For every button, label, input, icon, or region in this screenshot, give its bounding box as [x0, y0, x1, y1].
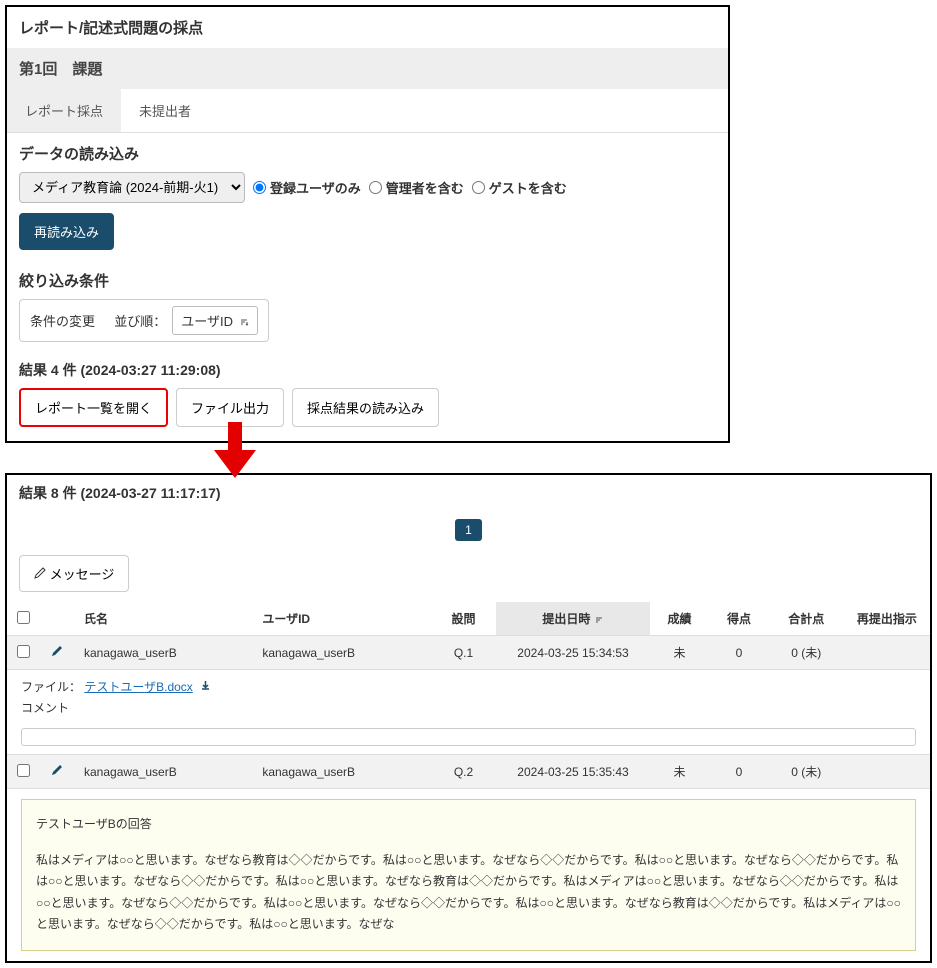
page-1-button[interactable]: 1 [455, 519, 482, 541]
download-icon[interactable] [200, 680, 211, 694]
filter-section: 絞り込み条件 条件の変更 並び順： ユーザID [7, 260, 728, 352]
row-checkbox[interactable] [17, 645, 30, 658]
data-load-heading: データの読み込み [19, 143, 716, 164]
sort-asc-icon [239, 313, 249, 328]
cell-score: 0 [709, 636, 769, 670]
filter-box: 条件の変更 並び順： ユーザID [19, 299, 269, 342]
table-row: kanagawa_userB kanagawa_userB Q.2 2024-0… [7, 755, 930, 789]
radio-include-admins-input[interactable] [369, 181, 382, 194]
cell-name: kanagawa_userB [74, 755, 252, 789]
edit-icon[interactable] [50, 766, 64, 780]
select-all-checkbox[interactable] [17, 611, 30, 624]
file-label: ファイル： [21, 680, 81, 694]
import-grades-button[interactable]: 採点結果の読み込み [292, 388, 439, 427]
answer-title: テストユーザBの回答 [36, 814, 901, 836]
cell-total: 0 (未) [769, 636, 844, 670]
answer-body: 私はメディアは○○と思います。なぜなら教育は◇◇だからです。私は○○と思います。… [36, 850, 901, 936]
cell-uid: kanagawa_userB [252, 755, 430, 789]
cell-name: kanagawa_userB [74, 636, 252, 670]
radio-registered-users-input[interactable] [253, 181, 266, 194]
answer-row: テストユーザBの回答 私はメディアは○○と思います。なぜなら教育は◇◇だからです… [7, 789, 930, 961]
radio-include-guests-input[interactable] [472, 181, 485, 194]
cell-q: Q.2 [431, 755, 497, 789]
col-grade[interactable]: 成績 [650, 602, 710, 636]
col-question[interactable]: 設問 [431, 602, 497, 636]
radio-registered-users[interactable]: 登録ユーザのみ [253, 178, 361, 197]
pencil-icon [34, 567, 50, 582]
col-score[interactable]: 得点 [709, 602, 769, 636]
filter-heading: 絞り込み条件 [19, 270, 716, 291]
col-total[interactable]: 合計点 [769, 602, 844, 636]
change-conditions-link[interactable]: 条件の変更 [30, 311, 95, 330]
table-row: kanagawa_userB kanagawa_userB Q.1 2024-0… [7, 636, 930, 670]
file-row: ファイル： テストユーザB.docx コメント [7, 670, 930, 755]
cell-score: 0 [709, 755, 769, 789]
results-buttons: レポート一覧を開く ファイル出力 採点結果の読み込み [7, 388, 728, 441]
cell-q: Q.1 [431, 636, 497, 670]
message-button[interactable]: メッセージ [19, 555, 129, 592]
comment-input[interactable] [21, 728, 916, 746]
course-select[interactable]: メディア教育論 (2024-前期-火1) [19, 172, 245, 203]
assignment-title: 第1回 課題 [7, 48, 728, 89]
col-resubmit[interactable]: 再提出指示 [844, 602, 930, 636]
sort-select[interactable]: ユーザID [172, 306, 258, 335]
col-submitted[interactable]: 提出日時 [496, 602, 649, 636]
cell-uid: kanagawa_userB [252, 636, 430, 670]
open-report-list-button[interactable]: レポート一覧を開く [19, 388, 168, 427]
flow-arrow-icon [210, 422, 260, 485]
tab-bar: レポート採点 未提出者 [7, 89, 728, 133]
sort-label: 並び順： [114, 311, 166, 330]
results-table: 氏名 ユーザID 設問 提出日時 成績 得点 合計点 再提出指示 [7, 602, 930, 961]
file-link[interactable]: テストユーザB.docx [84, 680, 192, 694]
tab-report-grading[interactable]: レポート採点 [7, 89, 121, 132]
pagination: 1 [7, 511, 930, 549]
radio-include-admins[interactable]: 管理者を含む [369, 178, 464, 197]
reload-button[interactable]: 再読み込み [19, 213, 114, 250]
data-load-section: データの読み込み メディア教育論 (2024-前期-火1) 登録ユーザのみ 管理… [7, 133, 728, 260]
radio-include-guests[interactable]: ゲストを含む [472, 178, 567, 197]
col-name[interactable]: 氏名 [74, 602, 252, 636]
cell-dt: 2024-03-25 15:35:43 [496, 755, 649, 789]
page-title: レポート/記述式問題の採点 [7, 7, 728, 48]
cell-total: 0 (未) [769, 755, 844, 789]
sort-desc-icon [594, 612, 604, 626]
row-checkbox[interactable] [17, 764, 30, 777]
results-heading-top: 結果 4 件 (2024-03:27 11:29:08) [7, 352, 728, 388]
answer-box: テストユーザBの回答 私はメディアは○○と思います。なぜなら教育は◇◇だからです… [21, 799, 916, 951]
cell-grade: 未 [650, 755, 710, 789]
tab-non-submitters[interactable]: 未提出者 [121, 89, 209, 132]
grading-panel: レポート/記述式問題の採点 第1回 課題 レポート採点 未提出者 データの読み込… [5, 5, 730, 443]
cell-grade: 未 [650, 636, 710, 670]
comment-label: コメント [21, 699, 916, 716]
col-userid[interactable]: ユーザID [252, 602, 430, 636]
cell-dt: 2024-03-25 15:34:53 [496, 636, 649, 670]
results-panel: 結果 8 件 (2024-03-27 11:17:17) 1 メッセージ 氏名 … [5, 473, 932, 963]
results-heading-bottom: 結果 8 件 (2024-03-27 11:17:17) [7, 475, 930, 511]
edit-icon[interactable] [50, 647, 64, 661]
